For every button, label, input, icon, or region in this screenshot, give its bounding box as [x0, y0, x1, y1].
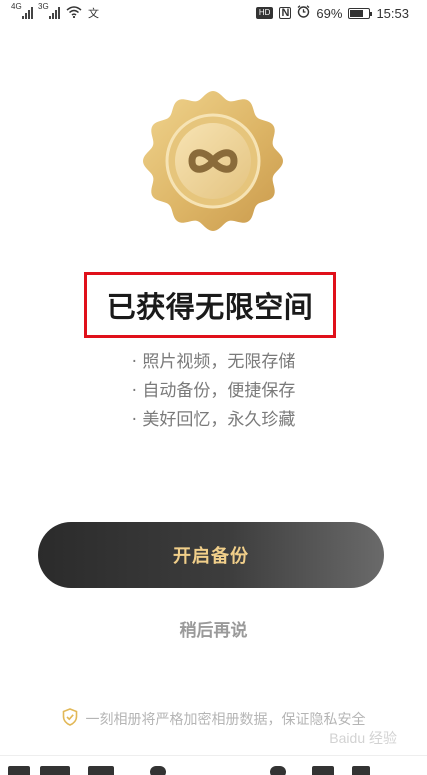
language-icon: 文: [88, 8, 99, 20]
status-bar: 4G 3G 文 HD N 69% 15:53: [0, 0, 427, 26]
clock: 15:53: [376, 5, 409, 21]
start-backup-label: 开启备份: [173, 546, 249, 567]
start-backup-button[interactable]: 开启备份: [38, 522, 384, 588]
unlimited-medal: [140, 88, 286, 234]
feature-item: · 美好回忆，永久珍藏: [131, 410, 296, 430]
battery-percent: 69%: [316, 5, 343, 21]
battery-icon: [348, 7, 373, 19]
alarm-icon: [297, 5, 310, 21]
feature-item: · 照片视频，无限存储: [131, 352, 296, 372]
privacy-text: 一刻相册将严格加密相册数据，保证隐私安全: [85, 712, 366, 728]
medal-badge-icon: [143, 91, 283, 231]
signal-icon: 4G: [11, 2, 33, 19]
privacy-note: 一刻相册将严格加密相册数据，保证隐私安全: [0, 708, 427, 730]
nfc-icon: N: [279, 7, 292, 19]
feature-list: · 照片视频，无限存储 · 自动备份，便捷保存 · 美好回忆，永久珍藏: [0, 348, 427, 435]
shield-check-icon: [62, 708, 78, 730]
page-title: 已获得无限空间: [106, 290, 314, 324]
status-right: HD N 69% 15:53: [255, 5, 409, 21]
watermark-logo: Baidu 经验: [329, 730, 397, 746]
signal-icon-2: 3G: [38, 2, 60, 19]
feature-item: · 自动备份，便捷保存: [131, 381, 296, 401]
title-highlight-box: 已获得无限空间: [84, 272, 336, 338]
status-left: 4G 3G 文: [11, 2, 99, 21]
wifi-icon: [66, 5, 82, 21]
cropped-bottom-strip: [0, 755, 427, 775]
hd-badge: HD: [255, 7, 274, 19]
later-button[interactable]: 稍后再说: [0, 616, 427, 641]
